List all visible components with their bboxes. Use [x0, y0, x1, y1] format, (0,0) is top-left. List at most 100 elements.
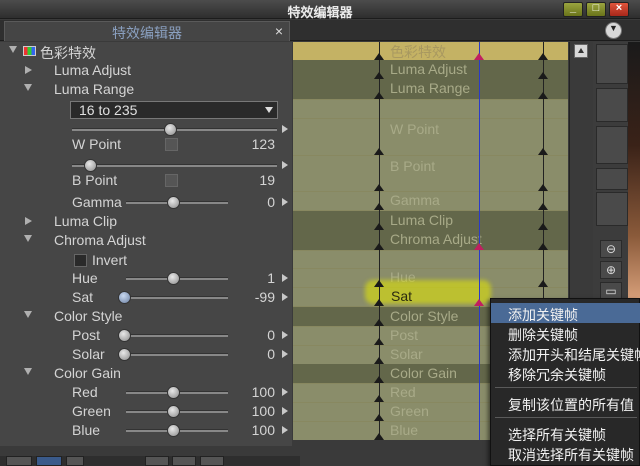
slider-knob[interactable]: [118, 329, 131, 342]
solar-value[interactable]: 0: [267, 346, 275, 362]
menu-item-add-keyframe[interactable]: 添加关键帧: [491, 303, 640, 323]
luma-range-row[interactable]: Luma Range: [0, 80, 292, 99]
slider-knob[interactable]: [167, 272, 180, 285]
keyframe-marker[interactable]: [538, 184, 548, 191]
tool-button[interactable]: [596, 44, 628, 84]
luma-range-select[interactable]: 16 to 235: [70, 101, 278, 119]
keyframe-marker[interactable]: [374, 433, 384, 440]
playhead[interactable]: [479, 42, 480, 440]
keyframe-marker[interactable]: [538, 92, 548, 99]
b-point-swatch[interactable]: [165, 174, 178, 187]
tab-close-icon[interactable]: ×: [275, 23, 283, 39]
tab-effect-editor[interactable]: 特效编辑器 ×: [4, 21, 290, 41]
menu-item-deselect-all-keyframes[interactable]: 取消选择所有关键帧: [491, 443, 640, 463]
keyframe-marker[interactable]: [538, 223, 548, 230]
slider-track[interactable]: [72, 164, 277, 167]
keyframe-marker[interactable]: [374, 414, 384, 421]
keyframe-marker[interactable]: [374, 357, 384, 364]
keyframe-arrow-icon[interactable]: [282, 198, 288, 206]
keyframe-marker[interactable]: [374, 376, 384, 383]
keyframe-arrow-icon[interactable]: [282, 293, 288, 301]
keyframe-arrow-icon[interactable]: [282, 125, 288, 133]
keyframe-marker[interactable]: [474, 53, 484, 60]
menu-item-delete-keyframe[interactable]: 删除关键帧: [491, 323, 640, 343]
timeline-row[interactable]: Luma Range: [293, 79, 568, 99]
timeline-row[interactable]: Luma Clip: [293, 211, 568, 230]
transport-button[interactable]: [145, 456, 169, 466]
keyframe-marker[interactable]: [538, 53, 548, 60]
keyframe-marker[interactable]: [374, 299, 384, 306]
chroma-adjust-row[interactable]: Chroma Adjust: [0, 231, 292, 250]
collapse-icon[interactable]: [25, 66, 32, 74]
keyframe-marker[interactable]: [374, 92, 384, 99]
zoom-out-icon[interactable]: ⊖: [600, 240, 622, 258]
collapse-icon[interactable]: [25, 217, 32, 225]
tool-button[interactable]: [596, 126, 628, 164]
transport-button[interactable]: [36, 456, 62, 466]
menu-item-select-all-keyframes[interactable]: 选择所有关键帧: [491, 423, 640, 443]
luma-adjust-row[interactable]: Luma Adjust: [0, 61, 292, 80]
timeline-row[interactable]: Luma Adjust: [293, 60, 568, 79]
panel-menu-button[interactable]: ▼: [605, 22, 622, 39]
red-value[interactable]: 100: [252, 384, 275, 400]
keyframe-marker[interactable]: [374, 53, 384, 60]
keyframe-marker[interactable]: [374, 148, 384, 155]
timeline-row[interactable]: [293, 100, 568, 118]
keyframe-marker[interactable]: [474, 299, 484, 306]
timeline-row[interactable]: W Point: [293, 119, 568, 155]
timeline-row[interactable]: [293, 251, 568, 268]
blue-value[interactable]: 100: [252, 422, 275, 438]
slider-knob[interactable]: [118, 291, 131, 304]
keyframe-marker[interactable]: [474, 243, 484, 250]
timeline-row[interactable]: Chroma Adjust: [293, 230, 568, 250]
slider-knob[interactable]: [167, 196, 180, 209]
keyframe-marker[interactable]: [374, 395, 384, 402]
keyframe-arrow-icon[interactable]: [282, 388, 288, 396]
keyframe-marker[interactable]: [374, 319, 384, 326]
gamma-value[interactable]: 0: [267, 194, 275, 210]
menu-item-remove-redundant-keyframes[interactable]: 移除冗余关键帧: [491, 363, 640, 383]
menu-item-add-start-end-keyframes[interactable]: 添加开头和结尾关键帧: [491, 343, 640, 363]
menu-item-copy-all-values[interactable]: 复制该位置的所有值: [491, 393, 640, 413]
sat-value[interactable]: -99: [255, 289, 275, 305]
expand-icon[interactable]: [9, 46, 17, 53]
w-point-value[interactable]: 123: [252, 136, 275, 152]
keyframe-arrow-icon[interactable]: [282, 161, 288, 169]
timeline-row[interactable]: Gamma: [293, 192, 568, 210]
transport-button[interactable]: [200, 456, 224, 466]
keyframe-marker[interactable]: [538, 280, 548, 287]
expand-icon[interactable]: [24, 368, 32, 375]
color-style-row[interactable]: Color Style: [0, 307, 292, 326]
slider-track[interactable]: [126, 334, 228, 337]
hue-value[interactable]: 1: [267, 270, 275, 286]
transport-button[interactable]: [66, 456, 84, 466]
slider-track[interactable]: [126, 296, 228, 299]
keyframe-marker[interactable]: [538, 148, 548, 155]
keyframe-arrow-icon[interactable]: [282, 350, 288, 358]
timeline-row-effect[interactable]: 色彩特效: [293, 42, 568, 60]
keyframe-marker[interactable]: [538, 203, 548, 210]
green-value[interactable]: 100: [252, 403, 275, 419]
maximize-button[interactable]: □: [586, 2, 606, 17]
slider-knob[interactable]: [167, 386, 180, 399]
keyframe-arrow-icon[interactable]: [282, 331, 288, 339]
keyframe-marker[interactable]: [538, 72, 548, 79]
expand-icon[interactable]: [24, 84, 32, 91]
keyframe-marker[interactable]: [374, 223, 384, 230]
timeline-row[interactable]: B Point: [293, 156, 568, 191]
tool-button[interactable]: [596, 192, 628, 226]
keyframe-arrow-icon[interactable]: [282, 274, 288, 282]
tool-button[interactable]: [596, 168, 628, 190]
keyframe-arrow-icon[interactable]: [282, 407, 288, 415]
slider-knob[interactable]: [167, 424, 180, 437]
expand-icon[interactable]: [24, 235, 32, 242]
close-button[interactable]: ×: [609, 2, 629, 17]
slider-knob[interactable]: [118, 348, 131, 361]
keyframe-marker[interactable]: [374, 243, 384, 250]
keyframe-arrow-icon[interactable]: [282, 426, 288, 434]
invert-checkbox[interactable]: [74, 254, 87, 267]
expand-icon[interactable]: [24, 311, 32, 318]
zoom-in-icon[interactable]: ⊕: [600, 261, 622, 279]
luma-clip-row[interactable]: Luma Clip: [0, 212, 292, 231]
color-gain-row[interactable]: Color Gain: [0, 364, 292, 383]
